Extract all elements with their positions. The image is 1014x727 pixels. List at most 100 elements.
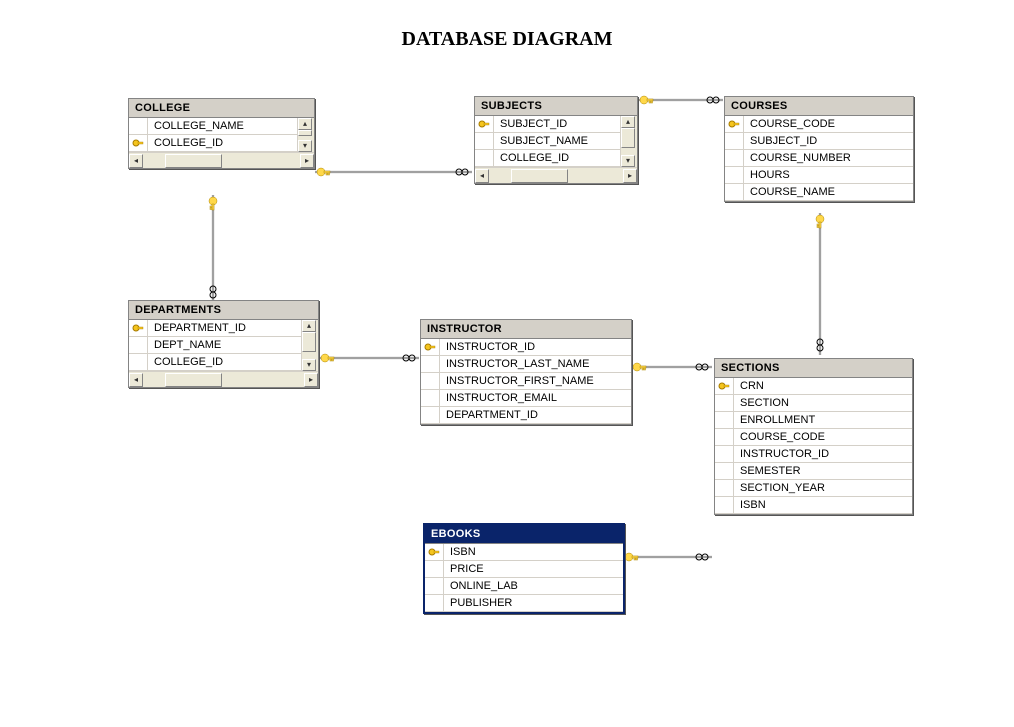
scroll-down-icon[interactable]: ▾ xyxy=(302,359,316,371)
scroll-down-icon[interactable]: ▾ xyxy=(621,155,635,167)
table-row[interactable]: DEPARTMENT_ID xyxy=(129,320,301,337)
table-row[interactable]: COLLEGE_ID xyxy=(129,135,297,152)
table-row[interactable]: DEPT_NAME xyxy=(129,337,301,354)
table-row[interactable]: COURSE_CODE xyxy=(715,429,912,446)
column-name: COURSE_NAME xyxy=(744,184,913,200)
column-name: DEPT_NAME xyxy=(148,337,301,353)
column-name: INSTRUCTOR_ID xyxy=(734,446,912,462)
table-college[interactable]: COLLEGE COLLEGE_NAME COLLEGE_ID ▴ ▾ ◂ ▸ xyxy=(128,98,315,169)
table-row[interactable]: COLLEGE_ID xyxy=(475,150,620,167)
table-row[interactable]: HOURS xyxy=(725,167,913,184)
primary-key-icon xyxy=(475,116,494,132)
horizontal-scrollbar[interactable]: ◂ ▸ xyxy=(129,371,318,387)
column-name: PUBLISHER xyxy=(444,595,623,611)
table-row[interactable]: INSTRUCTOR_EMAIL xyxy=(421,390,631,407)
primary-key-icon xyxy=(725,116,744,132)
horizontal-scrollbar[interactable]: ◂ ▸ xyxy=(129,152,314,168)
primary-key-icon xyxy=(129,320,148,336)
table-instructor[interactable]: INSTRUCTOR INSTRUCTOR_ID INSTRUCTOR_LAST… xyxy=(420,319,632,425)
column-name: COURSE_NUMBER xyxy=(744,150,913,166)
column-name: COLLEGE_ID xyxy=(148,354,301,370)
table-header[interactable]: SUBJECTS xyxy=(475,97,637,116)
table-row[interactable]: COURSE_CODE xyxy=(725,116,913,133)
column-name: INSTRUCTOR_LAST_NAME xyxy=(440,356,631,372)
column-name: ONLINE_LAB xyxy=(444,578,623,594)
column-name: INSTRUCTOR_EMAIL xyxy=(440,390,631,406)
column-name: SUBJECT_NAME xyxy=(494,133,620,149)
column-name: INSTRUCTOR_ID xyxy=(440,339,631,355)
table-header[interactable]: INSTRUCTOR xyxy=(421,320,631,339)
column-name: COLLEGE_ID xyxy=(494,150,620,166)
table-sections[interactable]: SECTIONS CRN SECTION ENROLLMENT COURSE_C… xyxy=(714,358,913,515)
scroll-left-icon[interactable]: ◂ xyxy=(475,169,489,183)
scroll-left-icon[interactable]: ◂ xyxy=(129,373,143,387)
table-row[interactable]: SUBJECT_NAME xyxy=(475,133,620,150)
column-name: COURSE_CODE xyxy=(744,116,913,132)
column-name: HOURS xyxy=(744,167,913,183)
scroll-right-icon[interactable]: ▸ xyxy=(304,373,318,387)
vertical-scrollbar[interactable]: ▴ ▾ xyxy=(301,320,318,371)
table-departments[interactable]: DEPARTMENTS DEPARTMENT_ID DEPT_NAME COLL… xyxy=(128,300,319,388)
table-header[interactable]: EBOOKS xyxy=(425,525,623,544)
table-row[interactable]: ISBN xyxy=(425,544,623,561)
primary-key-icon xyxy=(425,544,444,560)
table-row[interactable]: PRICE xyxy=(425,561,623,578)
scroll-down-icon[interactable]: ▾ xyxy=(298,140,312,152)
column-name: COLLEGE_ID xyxy=(148,135,297,151)
vertical-scrollbar[interactable]: ▴ ▾ xyxy=(620,116,637,167)
table-row[interactable]: INSTRUCTOR_LAST_NAME xyxy=(421,356,631,373)
scroll-up-icon[interactable]: ▴ xyxy=(298,118,312,130)
column-name: DEPARTMENT_ID xyxy=(440,407,631,423)
table-row[interactable]: COLLEGE_NAME xyxy=(129,118,297,135)
table-row[interactable]: SUBJECT_ID xyxy=(725,133,913,150)
primary-key-icon xyxy=(715,378,734,394)
column-name: SECTION xyxy=(734,395,912,411)
table-row[interactable]: ONLINE_LAB xyxy=(425,578,623,595)
table-row[interactable]: CRN xyxy=(715,378,912,395)
column-name: COURSE_CODE xyxy=(734,429,912,445)
table-row[interactable]: COURSE_NAME xyxy=(725,184,913,201)
table-row[interactable]: DEPARTMENT_ID xyxy=(421,407,631,424)
table-row[interactable]: SEMESTER xyxy=(715,463,912,480)
table-row[interactable]: INSTRUCTOR_FIRST_NAME xyxy=(421,373,631,390)
primary-key-icon xyxy=(421,339,440,355)
column-name: CRN xyxy=(734,378,912,394)
table-row[interactable]: COURSE_NUMBER xyxy=(725,150,913,167)
table-subjects[interactable]: SUBJECTS SUBJECT_ID SUBJECT_NAME COLLEGE… xyxy=(474,96,638,184)
primary-key-icon xyxy=(129,135,148,151)
table-row[interactable]: INSTRUCTOR_ID xyxy=(421,339,631,356)
column-name: SUBJECT_ID xyxy=(494,116,620,132)
scroll-left-icon[interactable]: ◂ xyxy=(129,154,143,168)
column-name: PRICE xyxy=(444,561,623,577)
table-courses[interactable]: COURSES COURSE_CODE SUBJECT_ID COURSE_NU… xyxy=(724,96,914,202)
column-name: COLLEGE_NAME xyxy=(148,118,297,134)
scroll-up-icon[interactable]: ▴ xyxy=(302,320,316,332)
scroll-up-icon[interactable]: ▴ xyxy=(621,116,635,128)
table-header[interactable]: DEPARTMENTS xyxy=(129,301,318,320)
table-row[interactable]: SECTION_YEAR xyxy=(715,480,912,497)
table-row[interactable]: ISBN xyxy=(715,497,912,514)
horizontal-scrollbar[interactable]: ◂ ▸ xyxy=(475,167,637,183)
table-ebooks[interactable]: EBOOKS ISBN PRICE ONLINE_LAB PUBLISHER xyxy=(423,523,625,614)
table-header[interactable]: SECTIONS xyxy=(715,359,912,378)
vertical-scrollbar[interactable]: ▴ ▾ xyxy=(297,118,314,152)
table-header[interactable]: COLLEGE xyxy=(129,99,314,118)
table-row[interactable]: PUBLISHER xyxy=(425,595,623,612)
column-name: SUBJECT_ID xyxy=(744,133,913,149)
table-row[interactable]: COLLEGE_ID xyxy=(129,354,301,371)
table-row[interactable]: INSTRUCTOR_ID xyxy=(715,446,912,463)
scroll-right-icon[interactable]: ▸ xyxy=(623,169,637,183)
column-name: ISBN xyxy=(444,544,623,560)
column-name: SECTION_YEAR xyxy=(734,480,912,496)
table-row[interactable]: SUBJECT_ID xyxy=(475,116,620,133)
table-row[interactable]: SECTION xyxy=(715,395,912,412)
table-header[interactable]: COURSES xyxy=(725,97,913,116)
scroll-right-icon[interactable]: ▸ xyxy=(300,154,314,168)
diagram-title: DATABASE DIAGRAM xyxy=(0,28,1014,51)
column-name: ENROLLMENT xyxy=(734,412,912,428)
column-name: INSTRUCTOR_FIRST_NAME xyxy=(440,373,631,389)
table-row[interactable]: ENROLLMENT xyxy=(715,412,912,429)
column-name: ISBN xyxy=(734,497,912,513)
column-name: DEPARTMENT_ID xyxy=(148,320,301,336)
column-name: SEMESTER xyxy=(734,463,912,479)
